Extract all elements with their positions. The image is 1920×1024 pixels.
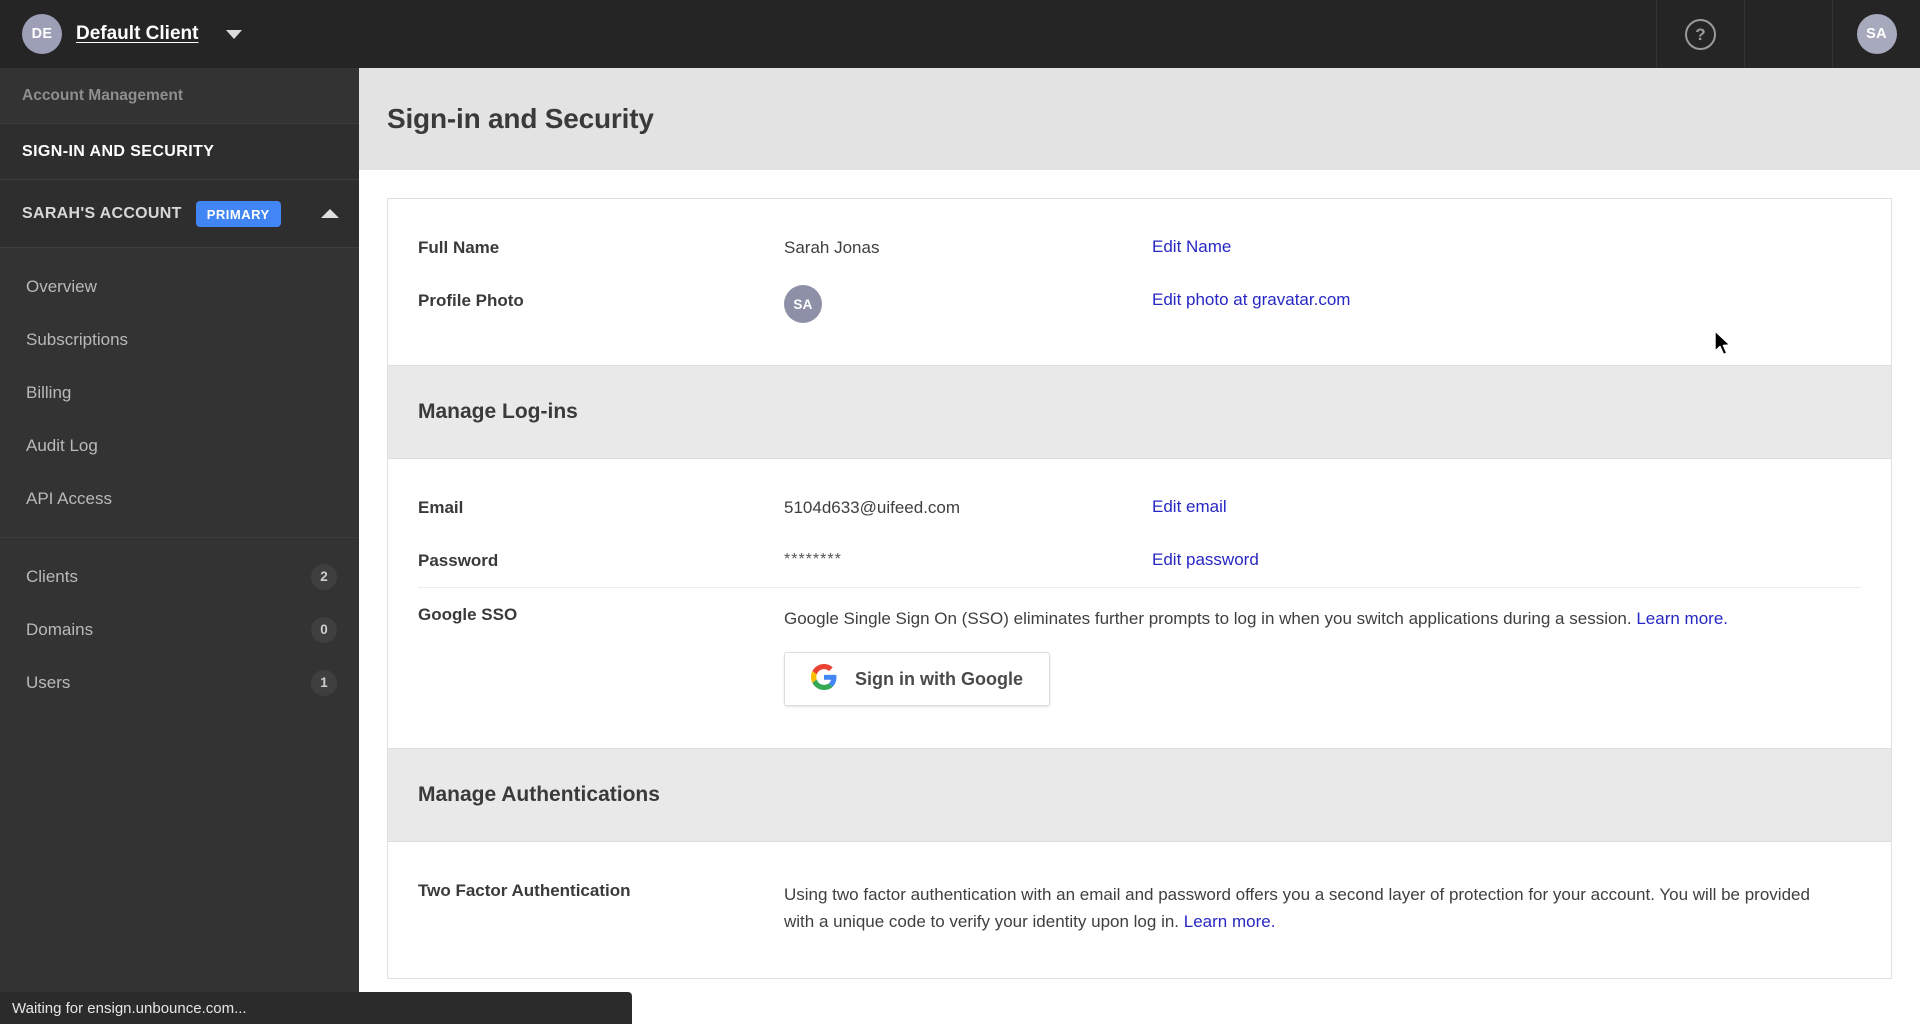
email-row: Email 5104d633@uifeed.com Edit email: [418, 481, 1861, 534]
google-sso-learn-more-link[interactable]: Learn more.: [1636, 609, 1728, 628]
sidebar-item-label: Clients: [26, 566, 78, 586]
two-factor-description: Using two factor authentication with an …: [784, 881, 1814, 935]
sidebar-item-label: Audit Log: [26, 435, 98, 455]
sidebar-item-label: Billing: [26, 382, 72, 402]
sidebar-item-label: Domains: [26, 619, 94, 639]
sidebar-item-overview[interactable]: Overview: [0, 260, 359, 313]
sidebar-item-sign-in-and-security[interactable]: SIGN-IN AND SECURITY: [0, 124, 359, 180]
topbar-spacer-cell: [1744, 0, 1832, 68]
password-label: Password: [418, 551, 499, 570]
email-value: 5104d633@uifeed.com: [784, 498, 961, 517]
two-factor-row: Two Factor Authentication Using two fact…: [418, 864, 1861, 951]
two-factor-description-text: Using two factor authentication with an …: [784, 885, 1810, 932]
sidebar-item-clients[interactable]: Clients 2: [0, 550, 359, 603]
profile-card: Full Name Sarah Jonas Edit Name Profile …: [387, 198, 1892, 365]
question-mark-circle-icon: ?: [1685, 18, 1716, 50]
edit-photo-gravatar-link[interactable]: Edit photo at gravatar.com: [1152, 290, 1350, 309]
users-count-badge: 1: [311, 669, 337, 696]
avatar: SA: [1856, 14, 1897, 54]
edit-name-link[interactable]: Edit Name: [1152, 237, 1231, 256]
sidebar-item-label: Users: [26, 672, 71, 692]
chevron-up-icon[interactable]: [321, 209, 339, 218]
full-name-label: Full Name: [418, 238, 500, 257]
sidebar-item-domains[interactable]: Domains 0: [0, 603, 359, 656]
sidebar-item-label: Subscriptions: [26, 329, 129, 349]
manage-authentications-body: Two Factor Authentication Using two fact…: [388, 842, 1891, 977]
manage-authentications-header: Manage Authentications: [388, 749, 1891, 843]
profile-avatar: SA: [784, 285, 822, 323]
google-g-icon: [811, 663, 837, 695]
sidebar: DE Default Client Account Management SIG…: [0, 0, 359, 1024]
sidebar-item-audit-log[interactable]: Audit Log: [0, 419, 359, 472]
sidebar-item-billing[interactable]: Billing: [0, 366, 359, 419]
sidebar-item-label: Overview: [26, 276, 97, 296]
profile-photo-label: Profile Photo: [418, 291, 524, 310]
two-factor-learn-more-link[interactable]: Learn more.: [1184, 912, 1276, 931]
account-name: SARAH'S ACCOUNT: [22, 204, 182, 222]
full-name-row: Full Name Sarah Jonas Edit Name: [418, 221, 1861, 274]
edit-password-action: Edit password: [1152, 550, 1861, 570]
google-sso-description-text: Google Single Sign On (SSO) eliminates f…: [784, 609, 1632, 628]
topbar: ? SA: [359, 0, 1920, 68]
account-header[interactable]: SARAH'S ACCOUNT PRIMARY: [0, 180, 359, 248]
page-title: Sign-in and Security: [387, 103, 654, 134]
google-sso-label: Google SSO: [418, 605, 518, 624]
sign-in-with-google-button[interactable]: Sign in with Google: [784, 652, 1050, 707]
manage-logins-body: Email 5104d633@uifeed.com Edit email Pas…: [388, 459, 1891, 748]
password-value: ********: [784, 551, 842, 568]
full-name-value: Sarah Jonas: [784, 238, 880, 257]
profile-card-body: Full Name Sarah Jonas Edit Name Profile …: [388, 199, 1891, 365]
page-header: Sign-in and Security: [359, 68, 1920, 170]
two-factor-label: Two Factor Authentication: [418, 881, 631, 901]
sidebar-item-label: API Access: [26, 488, 112, 508]
primary-badge: PRIMARY: [195, 200, 281, 227]
password-row: Password ******** Edit password: [418, 534, 1861, 587]
edit-name-action: Edit Name: [1152, 237, 1861, 257]
sidebar-item-subscriptions[interactable]: Subscriptions: [0, 313, 359, 366]
clients-count-badge: 2: [311, 563, 337, 590]
right-column: ? SA Sign-in and Security Full Name Sara…: [359, 0, 1920, 1024]
google-sso-content: Google Single Sign On (SSO) eliminates f…: [784, 604, 1861, 707]
sidebar-item-api-access[interactable]: API Access: [0, 472, 359, 525]
sidebar-nav-group-org: Clients 2 Domains 0 Users 1: [0, 537, 359, 721]
edit-password-link[interactable]: Edit password: [1152, 550, 1259, 569]
main-content: Sign-in and Security Full Name Sarah Jon…: [359, 68, 1920, 1024]
edit-email-link[interactable]: Edit email: [1152, 497, 1227, 516]
client-selector[interactable]: DE Default Client: [0, 0, 359, 68]
sidebar-nav-group-account: Overview Subscriptions Billing Audit Log…: [0, 248, 359, 537]
manage-authentications-card: Manage Authentications Two Factor Authen…: [387, 748, 1892, 979]
client-avatar: DE: [22, 14, 62, 54]
content-wrapper: Full Name Sarah Jonas Edit Name Profile …: [359, 170, 1920, 979]
sidebar-item-users[interactable]: Users 1: [0, 656, 359, 709]
browser-status-bar: Waiting for ensign.unbounce.com...: [0, 992, 632, 1024]
edit-email-action: Edit email: [1152, 497, 1861, 517]
two-factor-content: Using two factor authentication with an …: [784, 880, 1861, 935]
google-sso-description: Google Single Sign On (SSO) eliminates f…: [784, 605, 1814, 632]
email-label: Email: [418, 498, 464, 517]
google-sso-row: Google SSO Google Single Sign On (SSO) e…: [418, 588, 1861, 722]
domains-count-badge: 0: [311, 616, 337, 643]
help-button[interactable]: ?: [1656, 0, 1744, 68]
sidebar-section-label: Account Management: [0, 68, 359, 124]
manage-logins-header: Manage Log-ins: [388, 366, 1891, 459]
client-name[interactable]: Default Client: [76, 23, 198, 45]
manage-logins-title: Manage Log-ins: [418, 400, 578, 423]
profile-photo-value: SA: [784, 285, 1152, 323]
user-menu-button[interactable]: SA: [1832, 0, 1920, 68]
profile-photo-row: Profile Photo SA Edit photo at gravatar.…: [418, 274, 1861, 339]
manage-authentications-title: Manage Authentications: [418, 783, 660, 807]
edit-photo-action: Edit photo at gravatar.com: [1152, 290, 1861, 310]
chevron-down-icon[interactable]: [226, 29, 243, 39]
manage-logins-card: Manage Log-ins Email 5104d633@uifeed.com…: [387, 365, 1892, 749]
app-root: DE Default Client Account Management SIG…: [0, 0, 1920, 1024]
sign-in-with-google-label: Sign in with Google: [855, 668, 1023, 689]
